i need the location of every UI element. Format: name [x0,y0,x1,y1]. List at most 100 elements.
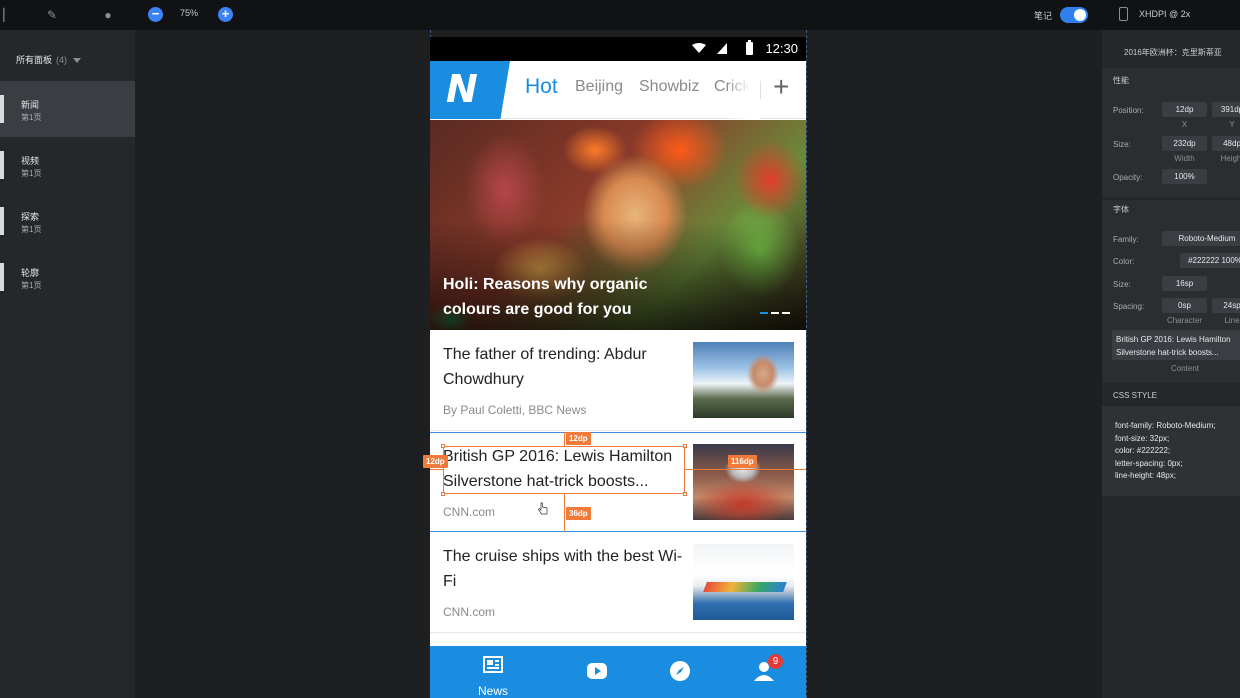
css-line: font-family: Roboto-Medium; [1115,421,1216,430]
color-label: Color: [1113,257,1135,266]
board-page: 第1页 [21,281,42,290]
css-code-block[interactable]: font-family: Roboto-Medium; font-size: 3… [1102,406,1240,496]
font-family-value[interactable]: Roboto-Medium [1162,231,1240,246]
inspector-top: XHDPI @ 2x [1102,0,1240,30]
carousel-dot [771,312,779,314]
board-thumbnail [0,207,4,235]
signal-icon [717,43,727,54]
inspector-panel: XHDPI @ 2x 2016年欧洲杯：克里斯蒂亚 性能 Position: 1… [1102,0,1240,698]
layer-title: 2016年欧洲杯：克里斯蒂亚 [1124,48,1222,57]
board-item-news[interactable]: 新闻 第1页 [0,81,135,137]
font-size-value[interactable]: 16sp [1162,276,1207,291]
width-caption: Width [1174,154,1195,163]
size-height-value[interactable]: 48dp [1212,136,1240,151]
news-title: The father of trending: Abdur Chowdhury [443,346,647,388]
board-name: 轮廓 [21,268,40,278]
news-source: CNN.com [443,605,496,619]
carousel-dot [760,312,768,314]
measure-guide-bottom [564,494,565,532]
hand-cursor-icon [538,502,548,515]
notes-toggle[interactable] [1060,7,1088,23]
app-navbar: N Hot Beijing Showbiz Crick + [430,61,806,119]
resize-handle[interactable] [683,444,687,448]
css-line: line-height: 48px; [1115,471,1176,480]
hero-title: Holi: Reasons why organic colours are go… [443,276,648,318]
news-source: By Paul Coletti, BBC News [443,403,587,417]
board-name: 新闻 [21,100,40,110]
resize-handle[interactable] [441,444,445,448]
boards-header[interactable]: 所有面板 (4) [16,53,82,66]
tab-news-label: News [477,684,508,698]
board-item-profile[interactable]: 轮廓 第1页 [0,249,135,305]
board-name: 视频 [21,156,40,166]
size-label: Size: [1113,140,1131,149]
tab-beijing[interactable]: Beijing [575,78,623,96]
menu-icon[interactable]: ▏ [0,7,16,23]
spacing-label: Spacing: [1113,302,1145,311]
newspaper-icon [483,656,503,673]
selection-box[interactable] [441,444,687,496]
compass-icon [670,661,690,681]
carousel-dot [782,312,790,314]
content-value[interactable]: British GP 2016: Lewis Hamilton Silverst… [1112,330,1240,360]
measure-label-left: 12dp [423,455,448,468]
css-line: font-size: 32px; [1115,433,1170,443]
font-color-value[interactable]: #222222 100% [1180,253,1240,268]
css-section-title: CSS STYLE [1113,391,1158,400]
hero-banner[interactable]: Holi: Reasons why organic colours are go… [430,120,806,330]
tab-showbiz[interactable]: Showbiz [639,78,699,96]
position-x-value[interactable]: 12dp [1162,102,1207,117]
chevron-down-icon[interactable] [73,58,82,64]
boards-panel: 所有面板 (4) 新闻 第1页 视频 第1页 探索 第1页 轮廓 第1页 [0,30,135,698]
notification-badge: 9 [768,654,783,669]
measure-label-top: 12dp [566,432,591,445]
device-label[interactable]: XHDPI @ 2x [1139,9,1190,19]
artboard-guide-right [806,30,807,698]
news-item[interactable]: The father of trending: Abdur Chowdhury … [430,331,806,431]
measure-guide-top [564,432,565,446]
tab-hot[interactable]: Hot [525,75,558,99]
character-caption: Character [1166,316,1203,325]
news-item[interactable]: The cruise ships with the best Wi-Fi CNN… [430,533,806,633]
edit-icon[interactable]: ✎ [44,7,60,23]
status-bar: 12:30 [430,37,806,61]
drop-icon[interactable]: ● [100,7,116,23]
board-page: 第1页 [21,225,42,234]
board-page: 第1页 [21,113,42,122]
board-thumbnail [0,263,4,291]
tab-video[interactable] [567,646,627,698]
content-line: British GP 2016: Lewis Hamilton [1116,335,1231,344]
board-item-video[interactable]: 视频 第1页 [0,137,135,193]
measure-guide-left [430,469,443,470]
line-caption: Line [1224,316,1240,325]
zoom-in-button[interactable]: + [218,7,233,22]
tabs-fade [726,61,760,119]
x-caption: X [1181,120,1188,129]
tab-news[interactable]: News [463,646,523,698]
resize-handle[interactable] [683,492,687,496]
props-section-title: 性能 [1113,76,1129,85]
measure-label-right: 116dp [728,455,757,468]
height-caption: Height [1220,154,1240,163]
add-tab-button[interactable]: + [773,72,789,102]
board-item-explore[interactable]: 探索 第1页 [0,193,135,249]
status-time: 12:30 [765,41,798,56]
tab-profile[interactable]: 9 [734,646,794,698]
zoom-out-button[interactable]: − [148,7,163,22]
zoom-level: 75% [180,8,199,18]
measure-label-bottom: 36dp [566,507,591,520]
opacity-label: Opacity: [1113,173,1143,182]
news-source: CNN.com [443,505,496,519]
position-label: Position: [1113,106,1144,115]
top-toolbar: ▏ ✎ ● − 75% + 笔记 [0,0,1102,30]
font-size-label: Size: [1113,280,1131,289]
opacity-value[interactable]: 100% [1162,169,1207,184]
tab-explore[interactable] [650,646,710,698]
resize-handle[interactable] [441,492,445,496]
position-y-value[interactable]: 391dp [1212,102,1240,117]
news-thumbnail [693,544,794,620]
line-spacing-value[interactable]: 24sp [1212,298,1240,313]
board-thumbnail [0,95,4,123]
char-spacing-value[interactable]: 0sp [1162,298,1207,313]
size-width-value[interactable]: 232dp [1162,136,1207,151]
